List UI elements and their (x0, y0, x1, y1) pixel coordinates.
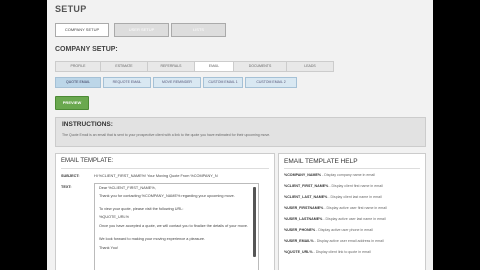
tab-leads[interactable]: LEADS (286, 61, 334, 72)
help-item: %USER_PHONE% - Display active user phone… (284, 228, 373, 232)
help-item: %COMPANY_NAME% - Display company name in… (284, 173, 376, 177)
left-letterbox (0, 0, 47, 270)
user-setup-button[interactable]: USER SETUP (114, 23, 169, 37)
right-letterbox (433, 0, 480, 270)
body-line: Dear %CLIENT_FIRST_NAME%, (99, 186, 156, 190)
body-line: To view your quote, please visit the fol… (99, 207, 184, 211)
tab-referrals[interactable]: REFERRALS (147, 61, 195, 72)
help-item: %USER_EMAIL% - Display active user email… (284, 239, 384, 243)
body-line: Thank you for contacting %COMPANY_NAME% … (99, 194, 235, 198)
instructions-title: INSTRUCTIONS: (62, 121, 113, 128)
email-template-help-panel: EMAIL TEMPLATE HELP %COMPANY_NAME% - Dis… (278, 153, 426, 270)
help-item: %CLIENT_LAST_NAME% - Display client last… (284, 195, 382, 199)
lists-button[interactable]: LISTS (171, 23, 226, 37)
body-line: We look forward to making your moving ex… (99, 237, 206, 241)
main-tabs: PROFILE ESTIMATE REFERRALS EMAIL DOCUMEN… (55, 61, 334, 72)
help-item: %CLIENT_FIRST_NAME% - Display client fir… (284, 184, 383, 188)
text-label: TEXT: (61, 185, 72, 189)
divider (284, 168, 420, 169)
body-line: Once you have accepted a quote, we will … (99, 224, 249, 228)
email-body-textarea[interactable]: Dear %CLIENT_FIRST_NAME%, Thank you for … (94, 183, 259, 270)
instructions-box: INSTRUCTIONS: The Quote Email is an emai… (55, 117, 426, 147)
company-setup-button[interactable]: COMPANY SETUP (55, 23, 109, 37)
setup-page: SETUP COMPANY SETUP USER SETUP LISTS COM… (47, 0, 433, 270)
tab-email[interactable]: EMAIL (194, 61, 234, 72)
help-item: %USER_FIRSTNAME% - Display active user f… (284, 206, 387, 210)
tab-documents[interactable]: DOCUMENTS (233, 61, 287, 72)
preview-button[interactable]: PREVIEW (55, 96, 89, 110)
help-title: EMAIL TEMPLATE HELP (284, 158, 358, 165)
subtab-custom-email-2[interactable]: CUSTOM EMAIL 2 (245, 77, 297, 88)
instructions-text: The Quote Email is an email that is sent… (62, 133, 271, 137)
section-title: COMPANY SETUP: (55, 46, 118, 53)
tab-profile[interactable]: PROFILE (55, 61, 101, 72)
email-template-title: EMAIL TEMPLATE: (61, 158, 114, 164)
page-title: SETUP (55, 4, 87, 14)
subject-label: SUBJECT: (61, 174, 80, 178)
subject-input[interactable]: Hi %CLIENT_FIRST_NAME%! Your Moving Quot… (94, 174, 218, 178)
subtab-custom-email-1[interactable]: CUSTOM EMAIL 1 (203, 77, 243, 88)
subtab-requote-email[interactable]: REQUOTE EMAIL (103, 77, 151, 88)
help-item: %USER_LASTNAME% - Display active user la… (284, 217, 386, 221)
body-line: Thank You! (99, 246, 119, 250)
subtab-move-reminder[interactable]: MOVE REMINDER (153, 77, 201, 88)
help-item: %QUOTE_URL% - Display client link to quo… (284, 250, 371, 254)
tab-estimate[interactable]: ESTIMATE (100, 61, 148, 72)
email-subtabs: QUOTE EMAIL REQUOTE EMAIL MOVE REMINDER … (55, 77, 299, 88)
divider (61, 168, 269, 169)
subtab-quote-email[interactable]: QUOTE EMAIL (55, 77, 101, 88)
email-template-panel: EMAIL TEMPLATE: SUBJECT: Hi %CLIENT_FIRS… (55, 153, 275, 270)
body-line: %QUOTE_URL% (99, 215, 129, 219)
textarea-scrollbar[interactable] (253, 187, 256, 257)
